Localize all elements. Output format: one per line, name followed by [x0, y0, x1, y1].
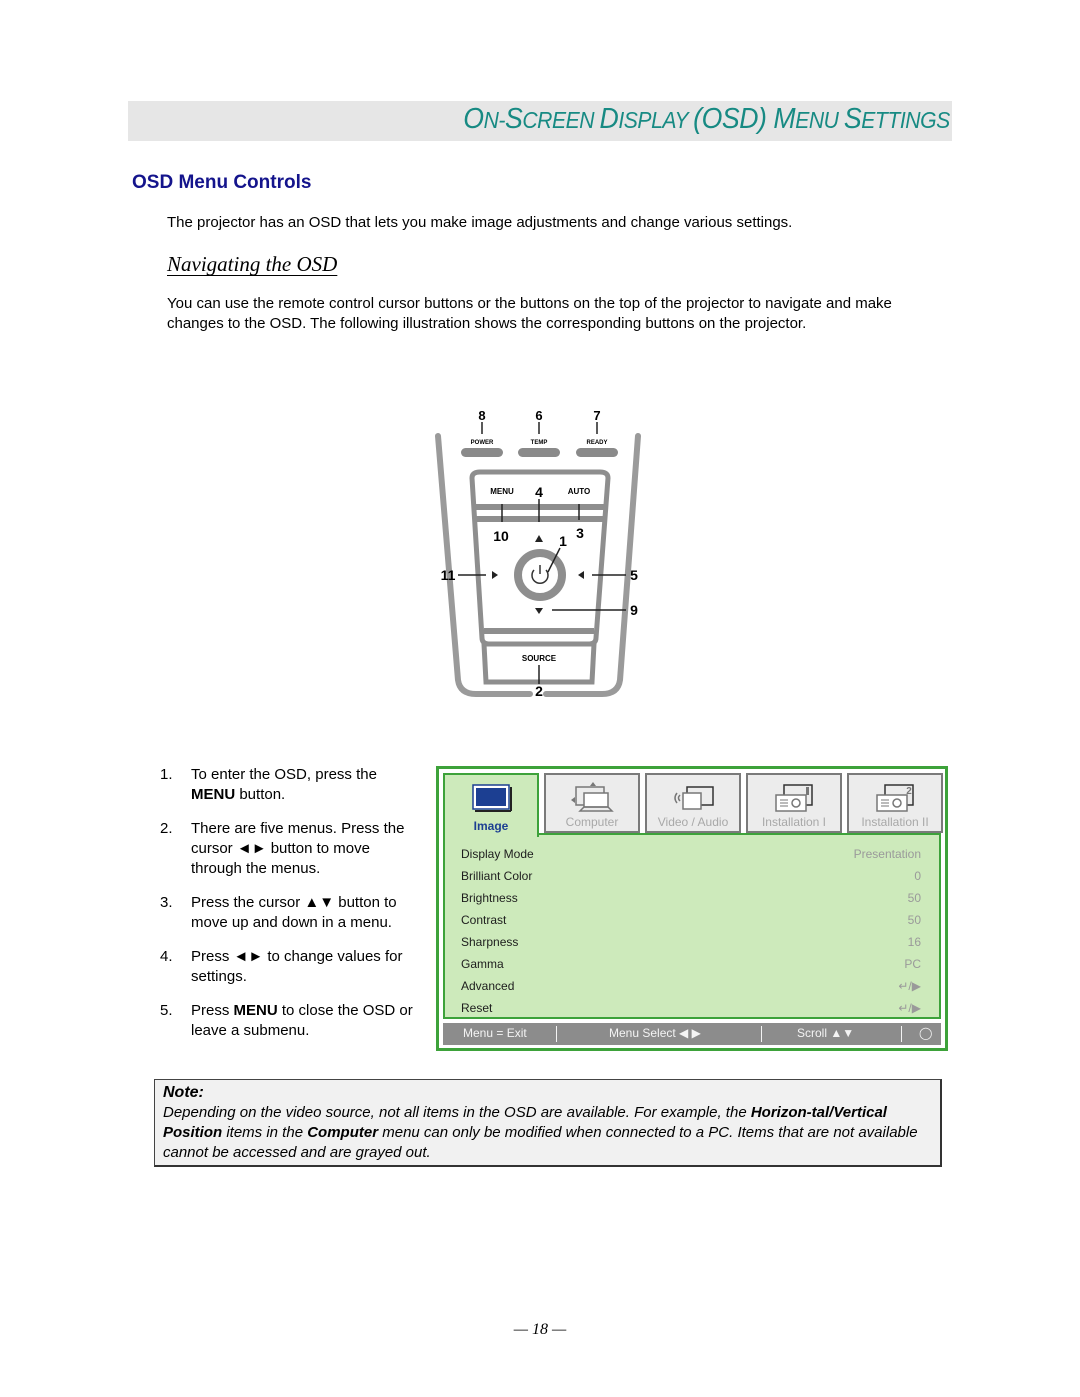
osd-setting-row[interactable]: Brilliant Color 0 — [461, 869, 921, 889]
osd-tab-installation-2[interactable]: 2 Installation II — [847, 773, 943, 833]
setting-label: Brilliant Color — [461, 869, 533, 883]
note-title: Note: — [163, 1084, 204, 1101]
setting-label: Advanced — [461, 979, 515, 993]
callout-5: 5 — [630, 567, 638, 583]
computer-icon — [571, 782, 614, 812]
callout-8: 8 — [478, 408, 485, 423]
setting-value: ↵/▶ — [898, 1001, 921, 1015]
setting-value: PC — [904, 957, 921, 971]
divider — [901, 1026, 902, 1042]
callout-7: 7 — [593, 408, 600, 423]
osd-tab-label: Image — [473, 819, 509, 833]
power-button — [514, 549, 566, 601]
ready-led — [576, 448, 618, 457]
setting-value: Presentation — [853, 847, 921, 861]
installation-1-icon — [775, 784, 813, 812]
power-led — [461, 448, 503, 457]
menu-exit-hint: Menu = Exit — [463, 1026, 527, 1040]
steps-list: 1. To enter the OSD, press the MENU butto… — [160, 765, 420, 1055]
indicator-power: 8 POWER — [461, 408, 503, 457]
osd-tab-image[interactable]: Image — [443, 773, 539, 837]
left-arrow-icon — [492, 571, 498, 579]
setting-value: 0 — [914, 869, 921, 883]
step-item: 1. To enter the OSD, press the MENU butto… — [160, 766, 377, 803]
osd-setting-row[interactable]: Display Mode Presentation — [461, 847, 921, 867]
step-item: 5. Press MENU to close the OSD or leave a… — [160, 1002, 413, 1039]
step-item: 3. Press the cursor ▲▼ button to move up … — [160, 894, 397, 931]
callout-6: 6 — [535, 408, 542, 423]
note-text: Depending on the video source, not all i… — [163, 1104, 918, 1161]
osd-tab-label: Installation II — [861, 815, 929, 829]
subheading-navigating: Navigating the OSD — [167, 252, 338, 276]
osd-setting-row[interactable]: Advanced ↵/▶ — [461, 979, 921, 999]
callout-10: 10 — [493, 528, 509, 544]
osd-footer-bar: Menu = Exit Menu Select ◀ ▶ Scroll ▲▼ ◯ — [443, 1023, 941, 1045]
setting-value: 50 — [907, 913, 921, 927]
setting-label: Reset — [461, 1001, 493, 1015]
up-arrow-icon — [535, 535, 543, 542]
ready-label: READY — [586, 440, 607, 446]
step-item: 2. There are five menus. Press the cursor… — [160, 820, 405, 877]
down-arrow-icon — [535, 608, 543, 614]
temp-led — [518, 448, 560, 457]
setting-label: Contrast — [461, 913, 507, 927]
scroll-hint: Scroll ▲▼ — [797, 1026, 855, 1040]
callout-4: 4 — [535, 484, 543, 500]
setting-label: Display Mode — [461, 847, 534, 861]
setting-label: Gamma — [461, 957, 504, 971]
divider — [556, 1026, 557, 1042]
callout-11: 11 — [441, 567, 456, 583]
image-icon — [472, 784, 512, 812]
osd-setting-row[interactable]: Contrast 50 — [461, 913, 921, 933]
osd-settings-panel: Display Mode Presentation Brilliant Color 0… — [443, 833, 941, 1019]
power-label: POWER — [471, 440, 494, 446]
osd-tab-label: Installation I — [761, 815, 827, 829]
lamp-icon: ◯ — [919, 1026, 933, 1040]
installation-2-icon: 2 — [876, 784, 914, 812]
osd-setting-row[interactable]: Gamma PC — [461, 957, 921, 977]
menu-select-hint: Menu Select ◀ ▶ — [609, 1026, 701, 1040]
callout-9: 9 — [630, 602, 638, 618]
right-arrow-icon — [578, 571, 584, 579]
video-audio-icon — [674, 786, 714, 810]
intro-paragraph: The projector has an OSD that lets you m… — [167, 214, 793, 231]
osd-setting-row[interactable]: Sharpness 16 — [461, 935, 921, 955]
source-button-label: SOURCE — [522, 654, 557, 663]
callout-2: 2 — [535, 683, 543, 699]
auto-button-label: AUTO — [568, 487, 591, 496]
setting-value: 16 — [907, 935, 921, 949]
osd-tab-computer[interactable]: Computer — [544, 773, 640, 833]
divider — [761, 1026, 762, 1042]
setting-value: ↵/▶ — [898, 979, 921, 993]
indicator-temp: 6 TEMP — [518, 408, 560, 457]
projector-keypad-illustration: 8 POWER 6 TEMP 7 READY MENU AUTO 4 10 3 — [420, 400, 660, 710]
osd-setting-row[interactable]: Reset ↵/▶ — [461, 1001, 921, 1021]
setting-label: Brightness — [461, 891, 518, 905]
chapter-title: ON-SCREEN DISPLAY (OSD) MENU SETTINGS — [463, 103, 951, 135]
menu-button-label: MENU — [490, 487, 514, 496]
osd-tab-bar: Image Computer Video / Audio Installatio… — [443, 773, 943, 837]
svg-text:2: 2 — [906, 786, 912, 797]
navigating-paragraph: You can use the remote control cursor bu… — [167, 295, 892, 332]
note-box: Note: Depending on the video source, not… — [154, 1079, 942, 1167]
setting-label: Sharpness — [461, 935, 519, 949]
step-item: 4. Press ◄► to change values for settings… — [160, 948, 403, 985]
indicator-ready: 7 READY — [576, 408, 618, 457]
osd-tab-video-audio[interactable]: Video / Audio — [645, 773, 741, 833]
osd-setting-row[interactable]: Brightness 50 — [461, 891, 921, 911]
setting-value: 50 — [907, 891, 921, 905]
osd-tab-label: Computer — [565, 815, 619, 829]
callout-3: 3 — [576, 525, 584, 541]
callout-1: 1 — [559, 533, 567, 549]
osd-tab-label: Video / Audio — [657, 815, 729, 829]
menu-auto-bar — [474, 504, 606, 510]
section-heading: OSD Menu Controls — [132, 172, 312, 193]
osd-tab-installation-1[interactable]: Installation I — [746, 773, 842, 833]
temp-label: TEMP — [531, 440, 548, 446]
page-number: — 18 — — [513, 1321, 567, 1338]
chapter-title-bar: ON-SCREEN DISPLAY (OSD) MENU SETTINGS — [128, 101, 952, 141]
osd-menu-screenshot: Image Computer Video / Audio Installatio… — [436, 766, 948, 1051]
